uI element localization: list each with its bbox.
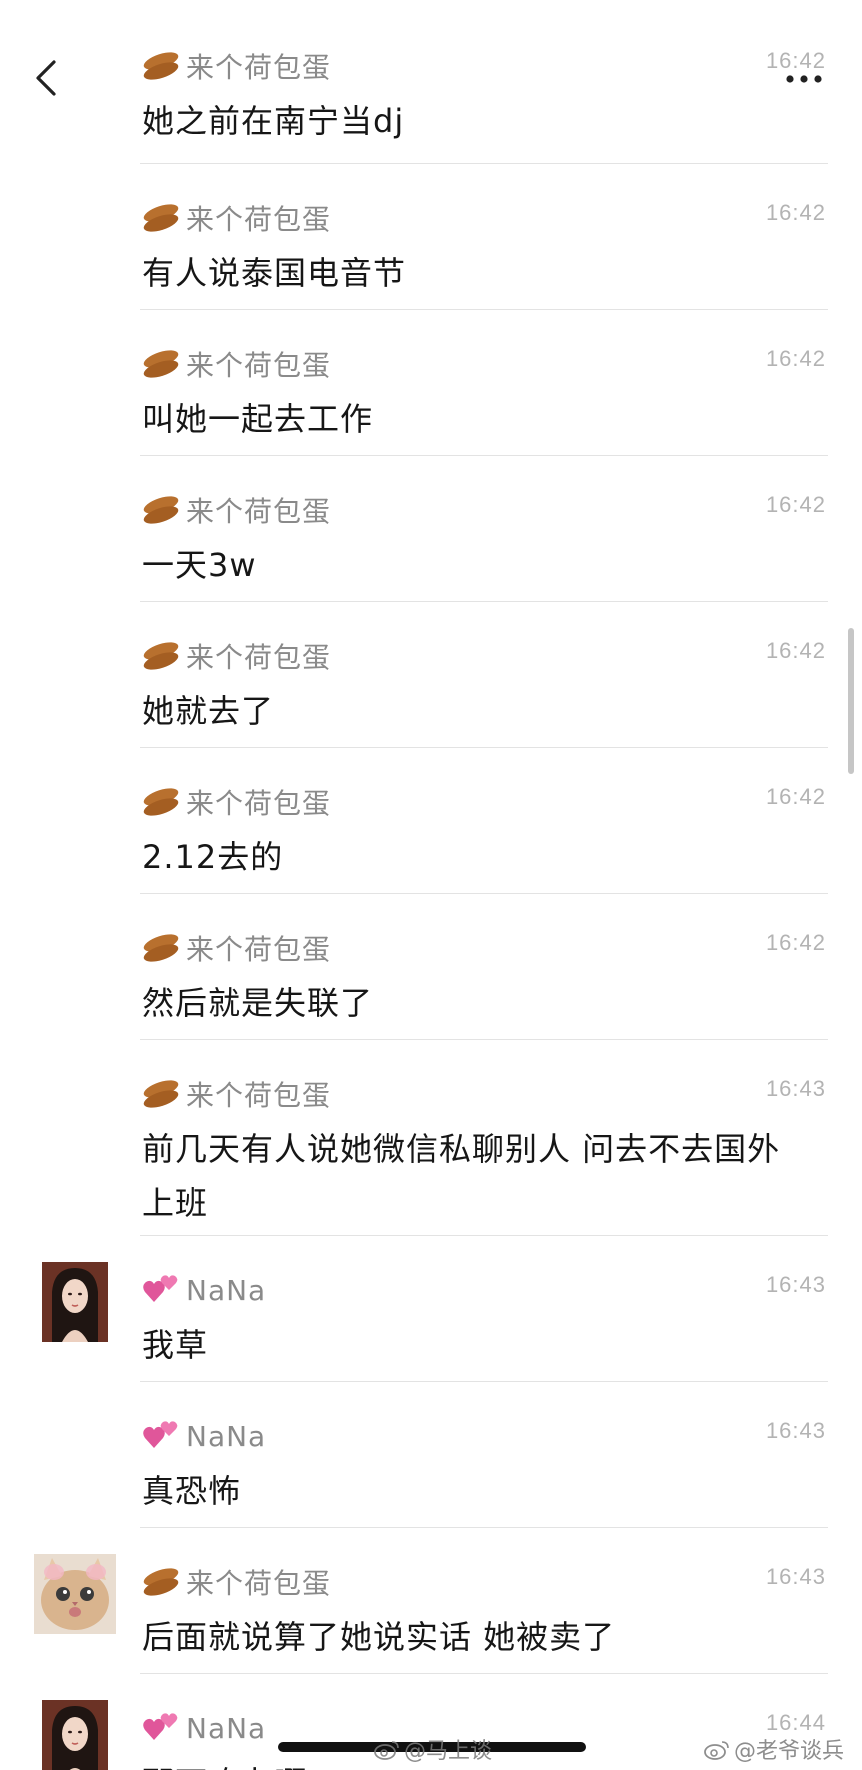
message-text: 她之前在南宁当dj: [142, 102, 405, 140]
peanut-emoji-icon: [142, 202, 180, 234]
avatar[interactable]: [34, 1554, 116, 1634]
peanut-emoji-icon: [142, 640, 180, 672]
message-item: 来个荷包蛋 16:42 一天3w: [0, 456, 862, 602]
sender-name: 来个荷包蛋: [186, 349, 332, 382]
heart-emoji-icon: [142, 1420, 180, 1452]
sender-row: 来个荷包蛋: [142, 48, 331, 84]
avatar[interactable]: [42, 1262, 108, 1342]
message-item: 来个荷包蛋 16:43 前几天有人说她微信私聊别人 问去不去国外上班: [0, 1040, 862, 1236]
sender-row: 来个荷包蛋: [142, 638, 331, 674]
girl-avatar-image: [42, 1700, 108, 1770]
sender-row: 来个荷包蛋: [142, 784, 331, 820]
message-time: 16:42: [765, 930, 826, 955]
sender-name: 来个荷包蛋: [186, 1079, 332, 1112]
message-item: 来个荷包蛋 16:42 然后就是失联了: [0, 894, 862, 1040]
sender-row: 来个荷包蛋: [142, 200, 331, 236]
message-text: 然后就是失联了: [142, 984, 374, 1022]
watermark-text: @老爷谈兵: [734, 1739, 845, 1764]
watermark-text: @马上谈: [404, 1739, 493, 1764]
peanut-emoji-icon: [142, 50, 180, 82]
message-time: 16:43: [765, 1418, 826, 1443]
message-time: 16:43: [765, 1076, 826, 1101]
girl-avatar-image: [42, 1262, 108, 1342]
message-item: 来个荷包蛋 16:42 她之前在南宁当dj: [0, 12, 862, 164]
message-item: 来个荷包蛋 16:43 后面就说算了她说实话 她被卖了: [0, 1528, 862, 1674]
sender-name: 来个荷包蛋: [186, 641, 332, 674]
message-text: 有人说泰国电音节: [142, 254, 407, 292]
message-time: 16:42: [765, 48, 826, 73]
message-time: 16:42: [765, 492, 826, 517]
watermark: @马上谈: [374, 1733, 492, 1765]
sender-name: 来个荷包蛋: [186, 1567, 332, 1600]
message-text: 一天3w: [142, 546, 257, 584]
sender-name: NaNa: [186, 1419, 267, 1453]
message-time: 16:43: [765, 1272, 826, 1297]
sender-row: 来个荷包蛋: [142, 346, 331, 382]
sender-name: 来个荷包蛋: [186, 51, 332, 84]
peanut-emoji-icon: [142, 494, 180, 526]
sender-name: NaNa: [186, 1711, 267, 1745]
message-item: 来个荷包蛋 16:42 叫她一起去工作: [0, 310, 862, 456]
scrollbar[interactable]: [848, 628, 854, 774]
message-item: 来个荷包蛋 16:42 2.12去的: [0, 748, 862, 894]
heart-emoji-icon: [142, 1274, 180, 1306]
sender-name: 来个荷包蛋: [186, 203, 332, 236]
message-text: 前几天有人说她微信私聊别人 问去不去国外上班: [142, 1130, 781, 1222]
sender-row: NaNa: [142, 1710, 266, 1746]
message-item: 来个荷包蛋 16:42 她就去了: [0, 602, 862, 748]
peanut-emoji-icon: [142, 932, 180, 964]
message-time: 16:42: [765, 784, 826, 809]
message-text: 我草: [142, 1326, 209, 1364]
sender-name: 来个荷包蛋: [186, 787, 332, 820]
weibo-icon: [704, 1741, 729, 1760]
message-text: 2.12去的: [142, 838, 284, 876]
peanut-emoji-icon: [142, 348, 180, 380]
watermark: @老爷谈兵: [704, 1733, 844, 1765]
heart-emoji-icon: [142, 1712, 180, 1744]
message-item: 来个荷包蛋 16:42 有人说泰国电音节: [0, 164, 862, 310]
sender-row: NaNa: [142, 1418, 266, 1454]
message-item: NaNa 16:43 真恐怖: [0, 1382, 862, 1528]
message-item: NaNa 16:43 我草: [0, 1236, 862, 1382]
message-time: 16:42: [765, 638, 826, 663]
peanut-emoji-icon: [142, 786, 180, 818]
message-time: 16:42: [765, 200, 826, 225]
message-text: 真恐怖: [142, 1472, 242, 1510]
message-time: 16:43: [765, 1564, 826, 1589]
sender-name: NaNa: [186, 1273, 267, 1307]
sender-name: 来个荷包蛋: [186, 933, 332, 966]
message-text: 后面就说算了她说实话 她被卖了: [142, 1618, 616, 1656]
peanut-emoji-icon: [142, 1566, 180, 1598]
sender-row: 来个荷包蛋: [142, 1076, 331, 1112]
weibo-icon: [374, 1741, 399, 1760]
sender-row: 来个荷包蛋: [142, 1564, 331, 1600]
cat-avatar-image: [34, 1554, 116, 1634]
sender-row: NaNa: [142, 1272, 266, 1308]
sender-name: 来个荷包蛋: [186, 495, 332, 528]
message-text: 叫她一起去工作: [142, 400, 374, 438]
message-time: 16:42: [765, 346, 826, 371]
peanut-emoji-icon: [142, 1078, 180, 1110]
sender-row: 来个荷包蛋: [142, 930, 331, 966]
sender-row: 来个荷包蛋: [142, 492, 331, 528]
avatar[interactable]: [42, 1700, 108, 1770]
message-text: 她就去了: [142, 692, 275, 730]
